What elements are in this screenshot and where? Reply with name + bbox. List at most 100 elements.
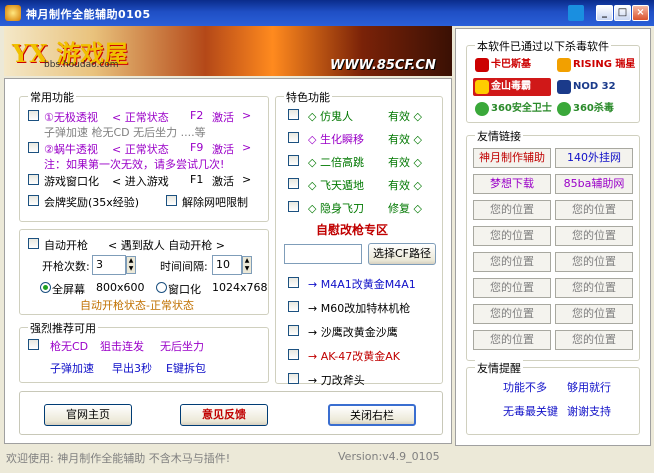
- fullscreen-label: 全屏幕: [52, 283, 85, 296]
- windowed-radio[interactable]: [156, 282, 167, 293]
- medal-label: 会牌奖励(35x经验): [44, 196, 140, 209]
- unlock-label: 解除网吧限制: [182, 196, 248, 209]
- autofire-checkbox[interactable]: [28, 238, 39, 249]
- window-mode-checkbox[interactable]: [28, 174, 39, 185]
- see-through-1-key: F2: [190, 109, 204, 122]
- feedback-button[interactable]: 意见反馈: [180, 404, 268, 426]
- app-window: 神月制作全能辅助0105 _ □ × YX 游戏屋 bbs.houdao.com…: [0, 0, 654, 473]
- main-panel: 常用功能 ①无极透视 < 正常状态 F2 激活 > 子弹加速 枪无CD 无后坐力…: [4, 78, 452, 444]
- friend-link[interactable]: 神月制作辅助: [473, 148, 551, 168]
- window-mode-action: 激活: [212, 175, 234, 188]
- close-right-panel-button[interactable]: 关闭右栏: [328, 404, 416, 426]
- gun-mod-label: → 沙鹰改黄金沙鹰: [308, 326, 398, 339]
- title-bar[interactable]: 神月制作全能辅助0105 _ □ ×: [0, 0, 654, 26]
- special-item-state: 有效 ◇: [388, 110, 422, 123]
- fire-count-stepper[interactable]: ▲ ▼: [126, 256, 136, 274]
- unlock-checkbox[interactable]: [166, 195, 177, 206]
- kingsoft-logo: 金山毒霸: [473, 78, 551, 96]
- see-through-1-arrow: >: [242, 109, 252, 122]
- skin-icon[interactable]: [568, 5, 584, 21]
- antivirus-group: 本软件已通过以下杀毒软件 卡巴斯基 RISING 瑞星 金山毒霸 NOD 32 …: [466, 38, 640, 123]
- fire-interval-label: 时间间隔:: [160, 260, 208, 273]
- gun-mod-checkbox[interactable]: [288, 301, 299, 312]
- gun-mod-checkbox[interactable]: [288, 373, 299, 384]
- see-through-1-checkbox[interactable]: [28, 110, 39, 121]
- windowed-resolution: 1024x768: [212, 281, 268, 294]
- recommend-item: 早出3秒: [112, 362, 152, 375]
- nod32-logo: NOD 32: [555, 78, 635, 96]
- special-checkbox[interactable]: [288, 178, 299, 189]
- gun-mod-checkbox[interactable]: [288, 349, 299, 360]
- medal-checkbox[interactable]: [28, 195, 39, 206]
- bottom-button-bar: 官网主页 意见反馈 关闭右栏: [19, 391, 443, 435]
- friend-links-group: 友情链接 神月制作辅助 140外挂网 梦想下载 85ba辅助网 您的位置 您的位…: [466, 128, 640, 361]
- recommend-group: 强烈推荐可用 枪无CD 狙击连发 无后坐力 子弹加速 早出3秒 E键拆包: [19, 320, 269, 383]
- gun-mod-title: 自慰改枪专区: [316, 223, 389, 237]
- fullscreen-radio[interactable]: [40, 282, 51, 293]
- window-mode-arrow: >: [242, 173, 252, 186]
- autofire-label: 自动开枪: [44, 239, 88, 252]
- friend-link[interactable]: 85ba辅助网: [555, 174, 633, 194]
- recommend-checkbox[interactable]: [28, 339, 39, 350]
- special-checkbox[interactable]: [288, 109, 299, 120]
- special-item-state: 有效 ◇: [388, 133, 422, 146]
- maximize-button[interactable]: □: [614, 5, 631, 21]
- close-button[interactable]: ×: [632, 5, 649, 21]
- 360-safe-logo: 360安全卫士: [473, 100, 552, 118]
- special-checkbox[interactable]: [288, 132, 299, 143]
- friend-link[interactable]: 您的位置: [473, 278, 551, 298]
- see-through-2-note: 注：如果第一次无效，请多尝试几次!: [44, 158, 225, 171]
- special-item-state: 修复 ◇: [388, 202, 422, 215]
- friend-link[interactable]: 梦想下载: [473, 174, 551, 194]
- banner-logo-sub: bbs.houdao.com: [44, 60, 119, 70]
- status-version: Version:v4.9_0105: [338, 450, 440, 463]
- gun-mod-label: → M60改加特林机枪: [308, 302, 411, 315]
- see-through-2-checkbox[interactable]: [28, 142, 39, 153]
- friend-link[interactable]: 您的位置: [473, 330, 551, 350]
- window-mode-key: F1: [190, 173, 204, 186]
- gun-mod-checkbox[interactable]: [288, 325, 299, 336]
- friend-link[interactable]: 您的位置: [473, 252, 551, 272]
- fullscreen-resolution: 800x600: [96, 281, 145, 294]
- friend-link[interactable]: 140外挂网: [555, 148, 633, 168]
- friend-link[interactable]: 您的位置: [555, 226, 633, 246]
- special-item-state: 有效 ◇: [388, 156, 422, 169]
- select-cf-path-button[interactable]: 选择CF路径: [368, 243, 436, 265]
- friend-link[interactable]: 您的位置: [555, 330, 633, 350]
- friend-link[interactable]: 您的位置: [473, 226, 551, 246]
- autofire-group: 自动开枪 < 遇到敌人 自动开枪 > 开枪次数: 3 ▲ ▼ 时间间隔: 10 ▲…: [19, 229, 269, 315]
- side-panel: 本软件已通过以下杀毒软件 卡巴斯基 RISING 瑞星 金山毒霸 NOD 32 …: [455, 28, 651, 446]
- window-mode-state: < 进入游戏: [112, 175, 169, 188]
- fire-count-input[interactable]: 3: [92, 255, 126, 275]
- home-page-button[interactable]: 官网主页: [44, 404, 132, 426]
- 360-antivirus-logo: 360杀毒: [555, 100, 635, 118]
- see-through-1-note: 子弹加速 枪无CD 无后坐力 ....等: [44, 126, 206, 139]
- friend-link[interactable]: 您的位置: [555, 278, 633, 298]
- fire-interval-stepper[interactable]: ▲ ▼: [242, 256, 252, 274]
- remind-text: 无毒最关键: [503, 405, 558, 418]
- friend-link[interactable]: 您的位置: [555, 252, 633, 272]
- friend-links-title: 友情链接: [475, 128, 523, 144]
- special-checkbox[interactable]: [288, 201, 299, 212]
- friend-link[interactable]: 您的位置: [473, 200, 551, 220]
- fire-interval-input[interactable]: 10: [212, 255, 242, 275]
- friend-link[interactable]: 您的位置: [555, 304, 633, 324]
- recommend-item: E键拆包: [166, 362, 206, 375]
- friend-link[interactable]: 您的位置: [473, 304, 551, 324]
- banner: YX 游戏屋 bbs.houdao.com WWW.85CF.CN: [4, 26, 452, 76]
- common-group: 常用功能 ①无极透视 < 正常状态 F2 激活 > 子弹加速 枪无CD 无后坐力…: [19, 89, 269, 222]
- see-through-2-action: 激活: [212, 143, 234, 156]
- see-through-2-key: F9: [190, 141, 204, 154]
- common-group-title: 常用功能: [28, 89, 76, 105]
- special-group: 特色功能 ◇ 仿鬼人 有效 ◇ ◇ 生化瞬移 有效 ◇ ◇ 二倍高跳 有效 ◇ …: [275, 89, 443, 387]
- status-welcome: 欢迎使用: 神月制作全能辅助 不含木马与插件!: [6, 452, 231, 465]
- minimize-button[interactable]: _: [596, 5, 613, 21]
- friend-link[interactable]: 您的位置: [555, 200, 633, 220]
- autofire-status: 自动开枪状态-正常状态: [80, 299, 194, 312]
- cf-path-input[interactable]: [284, 244, 362, 264]
- remind-text: 功能不多: [503, 381, 547, 394]
- special-checkbox[interactable]: [288, 155, 299, 166]
- see-through-1-action: 激活: [212, 111, 234, 124]
- gun-mod-checkbox[interactable]: [288, 277, 299, 288]
- special-group-title: 特色功能: [284, 89, 332, 105]
